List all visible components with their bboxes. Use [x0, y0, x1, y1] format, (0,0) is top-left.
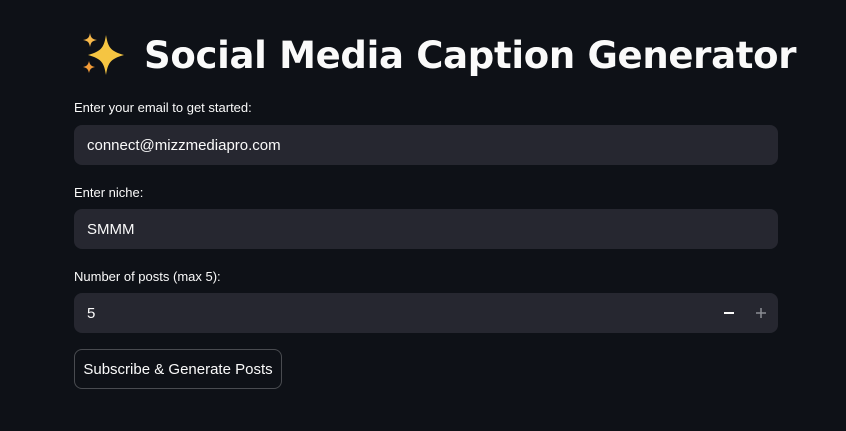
decrement-button[interactable] [713, 293, 745, 333]
posts-number-input[interactable] [87, 304, 687, 322]
increment-button[interactable] [745, 293, 777, 333]
email-field[interactable] [87, 136, 765, 154]
email-label: Enter your email to get started: [74, 100, 252, 115]
minus-icon [724, 312, 734, 314]
page-header: Social Media Caption Generator [80, 30, 797, 80]
posts-label: Number of posts (max 5): [74, 269, 221, 284]
niche-field-container [74, 209, 778, 249]
email-field-container [74, 125, 778, 165]
plus-icon [756, 308, 766, 318]
page-title: Social Media Caption Generator [144, 33, 797, 77]
sparkles-icon [80, 31, 128, 79]
niche-field[interactable] [87, 220, 765, 238]
posts-stepper [74, 293, 778, 333]
niche-label: Enter niche: [74, 185, 144, 200]
subscribe-generate-button[interactable]: Subscribe & Generate Posts [74, 349, 282, 389]
